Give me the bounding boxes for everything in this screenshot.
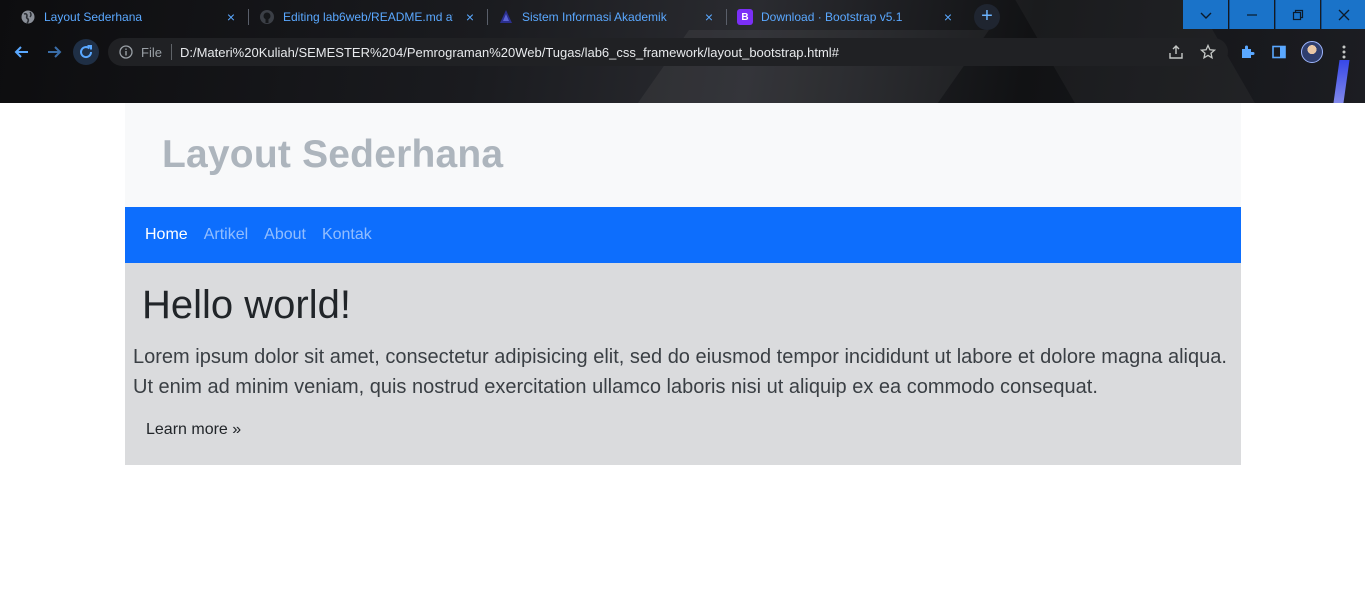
- github-icon: [259, 9, 275, 25]
- more-menu-icon[interactable]: [1335, 43, 1353, 61]
- bookmark-star-icon[interactable]: [1199, 43, 1217, 61]
- arrow-left-icon: [14, 46, 28, 58]
- tab-editing-readme[interactable]: Editing lab6web/README.md at ×: [239, 0, 487, 34]
- address-divider: [170, 44, 172, 60]
- minimize-button[interactable]: [1229, 0, 1274, 29]
- extensions-icon[interactable]: [1238, 43, 1256, 61]
- close-icon[interactable]: ×: [700, 8, 718, 26]
- tab-sistem-informasi[interactable]: Sistem Informasi Akademik ×: [478, 0, 726, 34]
- page-container: Layout Sederhana Home Artikel About Kont…: [125, 103, 1241, 465]
- bootstrap-icon: B: [737, 9, 753, 25]
- tab-download-bootstrap[interactable]: B Download · Bootstrap v5.1 ×: [717, 0, 965, 34]
- restore-icon: [1292, 9, 1304, 20]
- scheme-label: File: [141, 44, 162, 60]
- jumbotron-heading: Hello world!: [142, 283, 351, 327]
- tab-title: Download · Bootstrap v5.1: [761, 10, 903, 24]
- arrow-right-icon: [48, 46, 62, 58]
- info-icon[interactable]: [118, 44, 134, 60]
- tab-search-button[interactable]: [1183, 0, 1228, 29]
- nav-link-about[interactable]: About: [264, 226, 306, 244]
- university-icon: [498, 9, 514, 25]
- globe-icon: [20, 9, 36, 25]
- reload-icon: [80, 45, 93, 59]
- back-button[interactable]: [9, 39, 35, 65]
- new-tab-button[interactable]: +: [974, 4, 1000, 30]
- jumbotron: Hello world! Lorem ipsum dolor sit amet,…: [125, 263, 1241, 465]
- nav-link-artikel[interactable]: Artikel: [204, 226, 248, 244]
- restore-button[interactable]: [1275, 0, 1320, 29]
- chevron-down-icon: [1200, 12, 1211, 19]
- reload-button[interactable]: [73, 39, 99, 65]
- close-icon: [1338, 9, 1349, 20]
- tab-strip: Layout Sederhana × Editing lab6web/READM…: [0, 0, 1365, 34]
- share-icon[interactable]: [1167, 43, 1185, 61]
- close-window-button[interactable]: [1321, 0, 1365, 29]
- side-panel-icon[interactable]: [1270, 43, 1288, 61]
- main-navbar: Home Artikel About Kontak: [125, 207, 1241, 263]
- learn-more-button[interactable]: Learn more »: [146, 421, 241, 439]
- profile-avatar[interactable]: [1301, 41, 1323, 63]
- tab-layout-sederhana[interactable]: Layout Sederhana ×: [0, 0, 248, 34]
- tab-title: Layout Sederhana: [44, 10, 143, 24]
- close-icon[interactable]: ×: [222, 8, 240, 26]
- address-bar[interactable]: File D:/Materi%20Kuliah/SEMESTER%204/Pem…: [108, 38, 1228, 66]
- tab-title: Editing lab6web/README.md at: [283, 10, 453, 24]
- close-icon[interactable]: ×: [939, 8, 957, 26]
- tab-title: Sistem Informasi Akademik: [522, 10, 667, 24]
- page-header: Layout Sederhana: [125, 103, 1241, 207]
- browser-chrome: Layout Sederhana × Editing lab6web/READM…: [0, 0, 1365, 103]
- close-icon[interactable]: ×: [461, 8, 479, 26]
- jumbotron-lead-text: Lorem ipsum dolor sit amet, consectetur …: [133, 346, 1227, 398]
- minimize-icon: [1247, 13, 1257, 16]
- page-title: Layout Sederhana: [162, 133, 504, 176]
- nav-link-kontak[interactable]: Kontak: [322, 226, 372, 244]
- nav-link-home[interactable]: Home: [145, 226, 188, 244]
- browser-toolbar: File D:/Materi%20Kuliah/SEMESTER%204/Pem…: [0, 34, 1365, 70]
- forward-button[interactable]: [41, 39, 67, 65]
- url-text[interactable]: D:/Materi%20Kuliah/SEMESTER%204/Pemrogra…: [180, 45, 839, 60]
